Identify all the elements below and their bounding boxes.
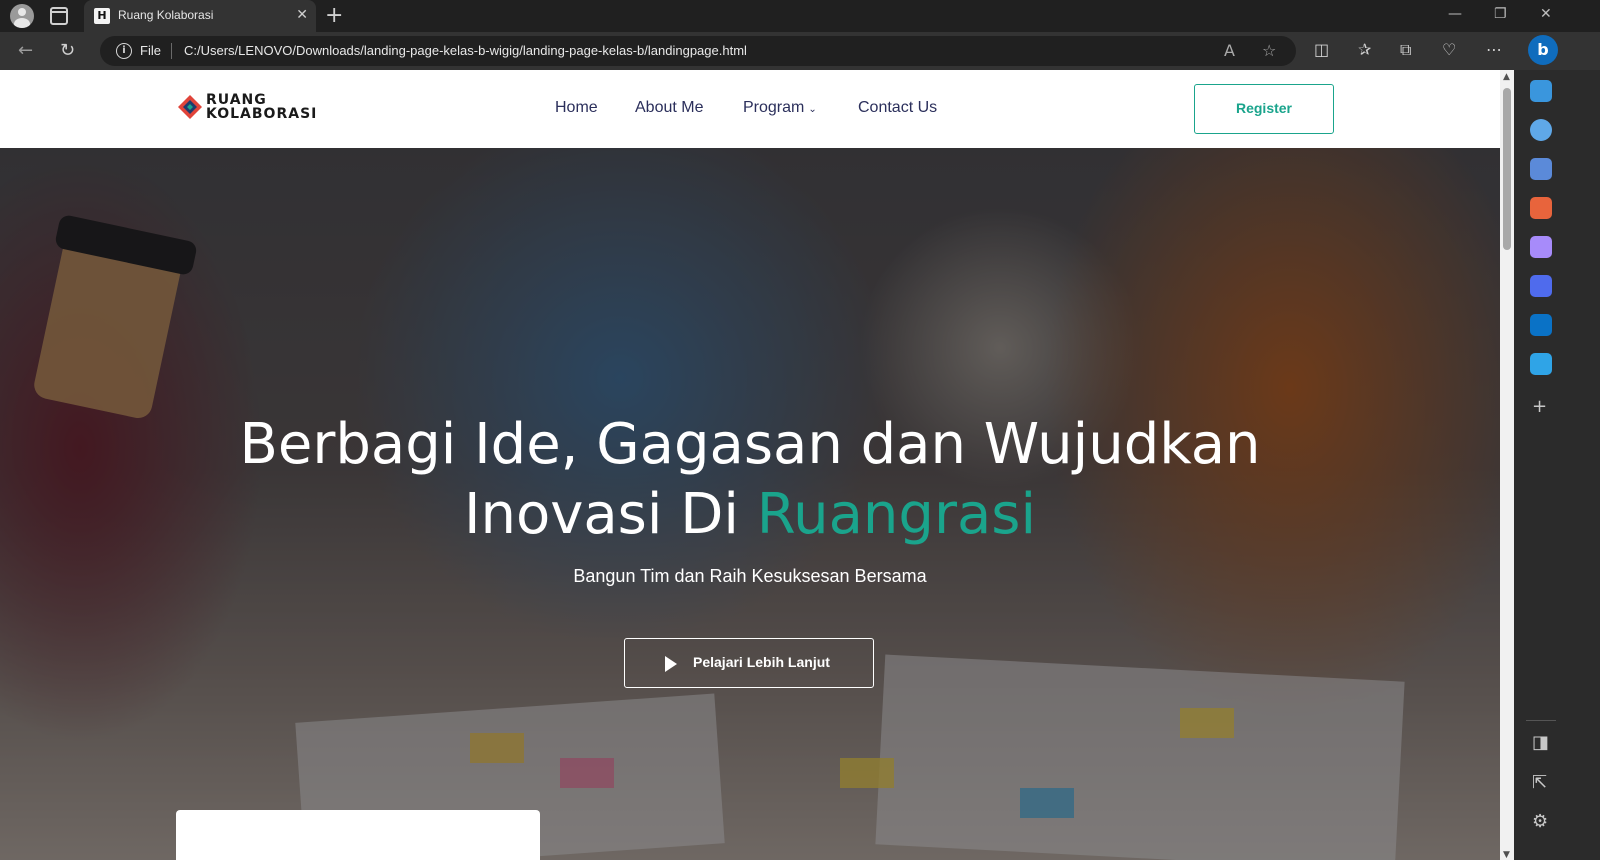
nav-contact[interactable]: Contact Us: [858, 99, 937, 117]
minimize-icon[interactable]: —: [1448, 6, 1462, 22]
nav-about[interactable]: About Me: [635, 99, 703, 117]
collections-icon[interactable]: ⧉: [1400, 40, 1411, 60]
logo-text: RUANG KOLABORASI: [206, 93, 317, 121]
scroll-thumb[interactable]: [1503, 88, 1511, 250]
info-icon[interactable]: i: [116, 43, 132, 59]
logo-mark-icon: [178, 95, 202, 119]
bell-icon[interactable]: [1530, 80, 1552, 102]
games-icon[interactable]: [1530, 236, 1552, 258]
nav-program[interactable]: Program ⌄: [743, 99, 817, 117]
shopping-icon[interactable]: [1530, 158, 1552, 180]
page-scrollbar[interactable]: ▲ ▼: [1500, 70, 1514, 860]
url-text[interactable]: C:/Users/LENOVO/Downloads/landing-page-k…: [184, 43, 747, 58]
scroll-up-icon[interactable]: ▲: [1503, 72, 1510, 82]
close-icon[interactable]: ✕: [296, 7, 308, 23]
hero-subtitle: Bangun Tim dan Raih Kesuksesan Bersama: [573, 566, 927, 586]
add-icon[interactable]: +: [1532, 396, 1547, 417]
browser-toolbar: ← ↻ i File C:/Users/LENOVO/Downloads/lan…: [0, 32, 1600, 70]
site-logo[interactable]: RUANG KOLABORASI: [178, 93, 338, 125]
address-separator: [171, 43, 172, 59]
content-card: [176, 810, 540, 860]
edge-sidebar: + ◨ ⇱ ⚙: [1514, 70, 1600, 860]
scroll-down-icon[interactable]: ▼: [1503, 850, 1510, 860]
register-button[interactable]: Register: [1194, 84, 1334, 134]
logo-line-1: RUANG: [206, 92, 267, 108]
external-icon[interactable]: ⇱: [1532, 772, 1547, 793]
split-screen-icon[interactable]: ◫: [1314, 40, 1329, 59]
favorites-icon[interactable]: ✰: [1358, 40, 1371, 59]
tools-icon[interactable]: [1530, 197, 1552, 219]
profile-icon[interactable]: [10, 4, 34, 28]
search-icon[interactable]: [1530, 119, 1552, 141]
sidebar-divider: [1526, 720, 1556, 721]
outlook-icon[interactable]: [1530, 314, 1552, 336]
hero-title-prefix: Inovasi Di: [463, 482, 739, 547]
page-viewport: RUANG KOLABORASI Home About Me Program ⌄ …: [0, 70, 1500, 860]
hero-section: Berbagi Ide, Gagasan dan Wujudkan Inovas…: [0, 148, 1500, 860]
restore-icon[interactable]: ❐: [1494, 6, 1507, 22]
new-tab-icon[interactable]: +: [325, 3, 343, 28]
logo-line-2: KOLABORASI: [206, 106, 318, 122]
bing-icon[interactable]: b: [1528, 35, 1558, 65]
tab-title: Ruang Kolaborasi: [118, 8, 214, 22]
hero-title-accent: Ruangrasi: [756, 482, 1037, 547]
hero-title-line-2: Inovasi Di Ruangrasi: [0, 480, 1500, 550]
copilot-icon[interactable]: [1530, 275, 1552, 297]
more-icon[interactable]: ⋯: [1486, 40, 1502, 59]
browser-essentials-icon[interactable]: ♡: [1442, 40, 1456, 59]
back-icon[interactable]: ←: [18, 40, 33, 61]
favorite-icon[interactable]: ☆: [1262, 41, 1276, 60]
settings-icon[interactable]: ⚙: [1532, 811, 1548, 832]
play-icon: [665, 656, 677, 672]
learn-more-label: Pelajari Lebih Lanjut: [693, 654, 830, 670]
nav-home[interactable]: Home: [555, 99, 598, 117]
sidebar-toggle-icon[interactable]: ◨: [1532, 732, 1549, 753]
browser-tab[interactable]: H Ruang Kolaborasi ✕: [84, 0, 316, 32]
chevron-down-icon: ⌄: [808, 104, 817, 115]
tab-favicon-icon: H: [94, 8, 110, 24]
hero-title-line-1: Berbagi Ide, Gagasan dan Wujudkan: [239, 412, 1261, 477]
window-close-icon[interactable]: ✕: [1540, 6, 1552, 22]
read-aloud-icon[interactable]: A: [1224, 41, 1235, 60]
learn-more-button[interactable]: Pelajari Lebih Lanjut: [624, 638, 874, 688]
tab-actions-icon[interactable]: [50, 7, 68, 25]
nav-program-label: Program: [743, 99, 805, 116]
address-bar[interactable]: i File C:/Users/LENOVO/Downloads/landing…: [100, 36, 1296, 66]
hero-title: Berbagi Ide, Gagasan dan Wujudkan Inovas…: [0, 410, 1500, 550]
site-header: RUANG KOLABORASI Home About Me Program ⌄ …: [0, 70, 1500, 148]
browser-tab-bar: H Ruang Kolaborasi ✕ + — ❐ ✕: [0, 0, 1600, 32]
drop-icon[interactable]: [1530, 353, 1552, 375]
file-label: File: [140, 43, 161, 58]
refresh-icon[interactable]: ↻: [60, 40, 75, 61]
